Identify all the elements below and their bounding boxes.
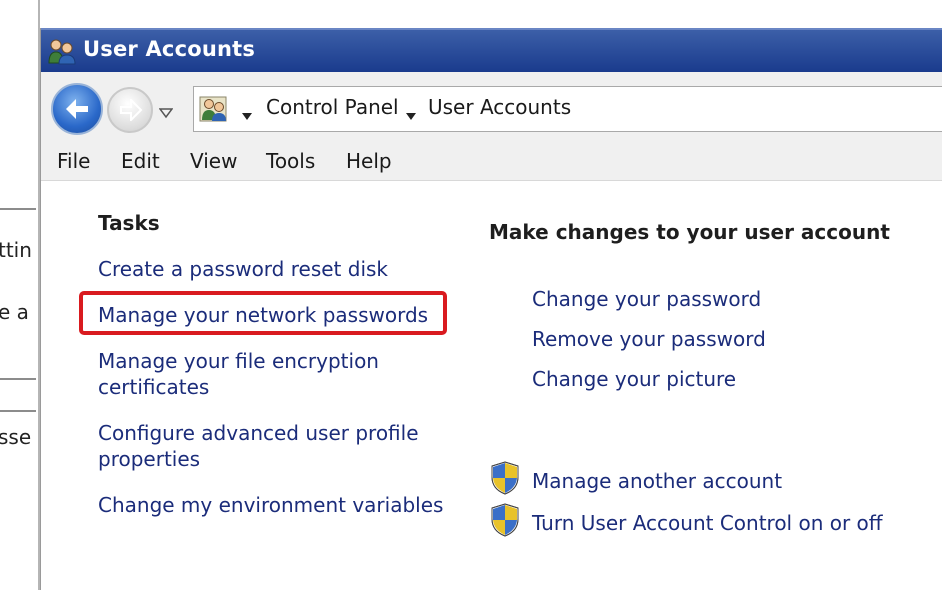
breadcrumb-user-accounts[interactable]: User Accounts — [428, 95, 571, 119]
back-arrow-icon — [66, 99, 88, 119]
window-title: User Accounts — [83, 37, 256, 61]
tasks-heading: Tasks — [98, 211, 160, 235]
menu-view[interactable]: View — [190, 149, 237, 173]
breadcrumb-separator[interactable] — [242, 106, 252, 120]
back-button[interactable] — [51, 83, 103, 135]
chevron-down-icon — [158, 108, 174, 119]
breadcrumb-separator[interactable] — [406, 106, 416, 120]
configure-advanced-user-profile-link[interactable]: Configure advanced user profile properti… — [98, 420, 419, 472]
menu-file[interactable]: File — [57, 149, 90, 173]
background-divider — [0, 410, 36, 412]
background-divider — [0, 378, 36, 380]
control-panel-icon — [198, 93, 230, 125]
turn-uac-on-off-link[interactable]: Turn User Account Control on or off — [532, 511, 883, 535]
chevron-down-icon — [406, 113, 416, 120]
recent-pages-dropdown[interactable] — [158, 104, 174, 119]
menu-tools[interactable]: Tools — [266, 149, 315, 173]
forward-button[interactable] — [107, 87, 153, 133]
shield-icon — [491, 503, 519, 537]
content-area: Tasks Create a password reset disk Manag… — [41, 181, 942, 590]
background-divider — [0, 208, 36, 210]
user-accounts-window: User Accounts Control Panel User Account… — [40, 28, 942, 590]
breadcrumb-control-panel[interactable]: Control Panel — [266, 95, 399, 119]
menu-bar: File Edit View Tools Help — [41, 144, 942, 181]
change-password-link[interactable]: Change your password — [532, 287, 761, 311]
manage-file-encryption-certificates-link[interactable]: Manage your file encryption certificates — [98, 348, 379, 400]
remove-password-link[interactable]: Remove your password — [532, 327, 766, 351]
forward-arrow-icon — [120, 99, 143, 121]
menu-edit[interactable]: Edit — [121, 149, 160, 173]
title-bar[interactable]: User Accounts — [41, 28, 942, 72]
background-text-2: e a — [0, 300, 29, 324]
create-password-reset-disk-link[interactable]: Create a password reset disk — [98, 256, 388, 282]
manage-another-account-link[interactable]: Manage another account — [532, 469, 782, 493]
background-window: ttin e a sse — [0, 0, 40, 590]
manage-network-passwords-link[interactable]: Manage your network passwords — [98, 302, 428, 328]
change-picture-link[interactable]: Change your picture — [532, 367, 736, 391]
background-text-3: sse — [0, 425, 32, 449]
background-text-1: ttin — [0, 238, 32, 262]
chevron-down-icon — [242, 113, 252, 120]
address-bar[interactable]: Control Panel User Accounts — [193, 86, 942, 132]
menu-help[interactable]: Help — [346, 149, 392, 173]
shield-icon — [491, 461, 519, 495]
change-environment-variables-link[interactable]: Change my environment variables — [98, 492, 443, 518]
user-accounts-icon — [47, 37, 77, 65]
main-heading: Make changes to your user account — [489, 220, 890, 244]
